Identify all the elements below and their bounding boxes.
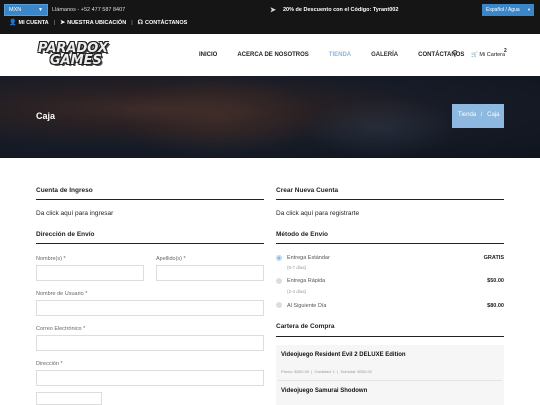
cart-count: 2	[504, 48, 507, 54]
login-link[interactable]: Da click aquí para ingresar	[36, 210, 113, 217]
currency-value: MXN	[9, 7, 22, 13]
first-name-field[interactable]	[36, 265, 144, 281]
shipping-price: GRATIS	[483, 255, 504, 261]
cart-item-name[interactable]: Videojuego Samurai Shodown	[281, 388, 367, 394]
shipping-radio-standard[interactable]	[276, 255, 282, 261]
shipping-sub: (2-4 días)	[287, 289, 307, 294]
shipping-name: Entrega Rápida	[287, 278, 326, 284]
last-name-field[interactable]	[156, 265, 264, 281]
cart-title: Cartera de Compra	[276, 323, 335, 330]
main-nav: INICIO ACERCA DE NOSOTROS TIENDA GALERÍA…	[199, 52, 484, 58]
nav-tienda[interactable]: TIENDA	[329, 52, 351, 58]
cart-button[interactable]: 🛒 Mi Cartera 2	[471, 48, 507, 58]
page-title: Caja	[36, 111, 56, 121]
divider	[278, 380, 502, 381]
nav-galeria[interactable]: GALERÍA	[371, 52, 398, 58]
divider	[276, 199, 504, 200]
address-field-2[interactable]	[36, 392, 102, 405]
cart-item-price: Precio: $000.00	[281, 369, 310, 374]
top-links: 👤 MI CUENTA | ➤ NUESTRA UBICACIÓN | ☊ CO…	[9, 19, 187, 27]
cart-label: Mi Cartera	[479, 52, 506, 58]
shipping-radio-next-day[interactable]	[276, 302, 282, 308]
search-icon[interactable]: ⚲	[452, 49, 458, 58]
main-header: PARADOX GAMES INICIO ACERCA DE NOSOTROS …	[0, 34, 540, 76]
headset-icon: ☊	[137, 20, 143, 26]
user-icon: 👤	[9, 20, 17, 26]
breadcrumb-tienda[interactable]: Tienda	[458, 112, 476, 118]
shipping-radio-fast[interactable]	[276, 278, 282, 284]
location-link[interactable]: NUESTRA UBICACIÓN	[67, 20, 126, 26]
divider: |	[131, 19, 133, 26]
nav-acerca[interactable]: ACERCA DE NOSOTROS	[237, 52, 308, 58]
top-bar: MXN ▼ Llámanos - +52 477 587 8407 ➤ 20% …	[0, 0, 540, 34]
my-account-link[interactable]: MI CUENTA	[18, 20, 48, 26]
email-label: Correo Electrónico *	[36, 326, 86, 332]
cart-icon: 🛒	[471, 52, 478, 58]
cart-item-meta: Precio: $000.00 | Cantidad: 1 | Subtotal…	[281, 369, 372, 374]
shipping-sub: (5-7 días)	[287, 265, 307, 270]
promo-banner: ➤ 20% de Descuento con el Código: Tyrant…	[270, 7, 399, 14]
contact-link[interactable]: CONTÁCTANOS	[145, 20, 187, 26]
divider	[276, 243, 504, 244]
chevron-down-icon: ▼	[38, 7, 43, 13]
first-name-label: Nombre(s) *	[36, 256, 66, 262]
divider	[276, 336, 504, 337]
shipping-name: Entrega Estándar	[287, 255, 330, 261]
divider: |	[53, 19, 56, 26]
address-field[interactable]	[36, 370, 264, 386]
address-title: Dirección de Envío	[36, 231, 95, 238]
cart-item-name[interactable]: Videojuego Resident Evil 2 DELUXE Editio…	[281, 352, 406, 358]
site-logo[interactable]: PARADOX GAMES	[38, 41, 118, 69]
nav-inicio[interactable]: INICIO	[199, 52, 217, 58]
chevron-down-icon: ▼	[527, 7, 531, 12]
divider	[36, 199, 264, 200]
cart-item-qty: Cantidad: 1	[314, 369, 336, 374]
login-title: Cuenta de Ingreso	[36, 187, 93, 194]
shipping-price: $80.00	[487, 303, 504, 309]
shipping-name: Al Siguiente Día	[287, 303, 327, 309]
location-arrow-icon: ➤	[60, 20, 66, 26]
breadcrumb-current: Caja	[487, 112, 500, 118]
username-label: Nombre de Usuario *	[36, 291, 88, 297]
last-name-label: Apellido(s) *	[156, 256, 186, 262]
breadcrumb: Tienda / Caja	[452, 104, 504, 128]
email-field[interactable]	[36, 335, 264, 351]
shipping-price: $50.00	[487, 278, 504, 284]
shipping-title: Método de Envío	[276, 231, 328, 238]
logo-line-2: GAMES	[50, 53, 102, 68]
phone-text: Llámanos - +52 477 587 8407	[52, 7, 126, 13]
divider	[36, 243, 264, 244]
promo-text: 20% de Descuento con el Código: Tyrant00…	[283, 7, 399, 13]
currency-select[interactable]: MXN ▼	[4, 4, 48, 16]
language-value: Español / Agua	[486, 7, 520, 13]
address-label: Dirección *	[36, 361, 63, 367]
language-select[interactable]: Español / Agua ▼	[482, 4, 534, 16]
username-field[interactable]	[36, 300, 264, 316]
register-link[interactable]: Da click aquí para registrarte	[276, 210, 359, 217]
paper-plane-icon: ➤	[270, 7, 276, 14]
create-account-title: Crear Nueva Cuenta	[276, 187, 339, 194]
cart-item-subtotal: Subtotal: $000.00	[340, 369, 372, 374]
